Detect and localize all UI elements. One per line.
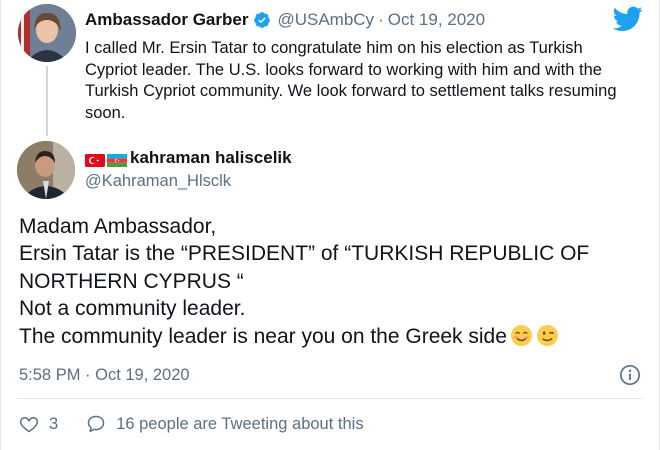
- reply-line: The community leader is near you on the …: [19, 323, 649, 350]
- reply-author-handle[interactable]: @Kahraman_Hlsclk: [85, 172, 231, 191]
- embedded-tweet-card: Ambassador Garber @USAmbCy · Oct 19, 202…: [0, 0, 660, 450]
- reply-author-row: kahraman haliscelik: [85, 148, 292, 168]
- parent-tweet-text: I called Mr. Ersin Tatar to congratulate…: [85, 39, 617, 122]
- author-handle[interactable]: @USAmbCy: [277, 10, 374, 30]
- turkey-flag-icon: [85, 152, 105, 167]
- heart-icon[interactable]: [19, 414, 39, 434]
- reply-author-name[interactable]: kahraman haliscelik: [130, 148, 292, 168]
- reply-line: Not a community leader.: [19, 297, 246, 321]
- azerbaijan-flag-icon: [107, 152, 127, 167]
- verified-badge-icon: [253, 11, 271, 29]
- winking-face-emoji: [536, 324, 559, 347]
- avatar[interactable]: [18, 4, 76, 62]
- comment-icon[interactable]: [86, 414, 106, 434]
- like-count[interactable]: 3: [49, 415, 58, 434]
- tweet-date[interactable]: Oct 19, 2020: [388, 10, 485, 30]
- parent-header: Ambassador Garber @USAmbCy · Oct 19, 202…: [85, 10, 485, 30]
- reply-line: Madam Ambassador,: [19, 215, 217, 238]
- author-name[interactable]: Ambassador Garber: [85, 10, 248, 30]
- reply-avatar[interactable]: [17, 141, 75, 199]
- divider: [17, 398, 643, 399]
- action-bar: 3 16 people are Tweeting about this: [19, 414, 364, 434]
- reply-line: Ersin Tatar is the “PRESIDENT” of “TURKI…: [19, 242, 590, 293]
- reply-line-text: The community leader is near you on the …: [19, 324, 507, 348]
- separator-dot: ·: [378, 10, 384, 29]
- reply-timestamp[interactable]: 5:58 PM · Oct 19, 2020: [19, 366, 190, 385]
- reply-tweet-text: Madam Ambassador, Ersin Tatar is the “PR…: [19, 213, 649, 350]
- tweeting-about-link[interactable]: 16 people are Tweeting about this: [116, 415, 363, 434]
- info-icon[interactable]: [619, 364, 641, 386]
- parent-tweet[interactable]: Ambassador Garber @USAmbCy · Oct 19, 202…: [1, 0, 660, 136]
- thread-connector-line: [46, 66, 48, 136]
- twitter-bird-icon[interactable]: [612, 6, 643, 32]
- smiling-face-emoji: [510, 324, 533, 347]
